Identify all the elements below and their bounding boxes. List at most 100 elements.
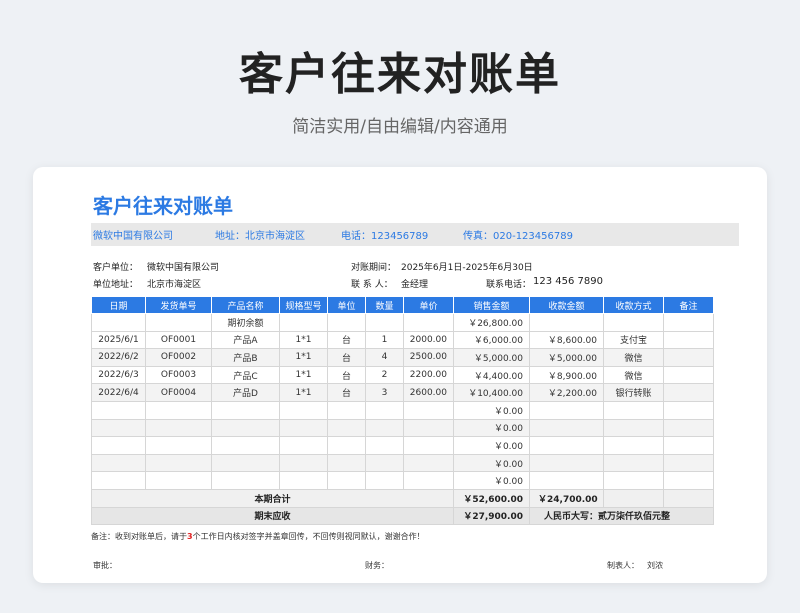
table-cell: ￥8,900.00 (529, 365, 604, 385)
contact-phone-value: 123 456 7890 (533, 276, 603, 287)
table-cell (603, 471, 664, 490)
table-cell (327, 418, 366, 438)
table-cell (603, 436, 664, 455)
total-label: 本期合计 (91, 488, 454, 508)
table-cell (145, 453, 212, 473)
statement-meta: 客户单位： 微软中国有限公司 对账期间： 2025年6月1日-2025年6月30… (91, 246, 739, 296)
table-row: 2022/6/2 OF0002 产品B 1*1 台 4 2500.00 ￥5,000.00 ￥5… (91, 348, 714, 367)
table-cell (365, 436, 404, 455)
table-cell (403, 453, 454, 473)
table-cell (145, 418, 212, 438)
table-cell (403, 400, 454, 420)
table-cell (279, 471, 328, 490)
table-cell: 台 (327, 330, 366, 350)
table-cell: 2022/6/4 (91, 383, 146, 402)
table-cell (211, 418, 280, 438)
document-card: 客户往来对账单 微软中国有限公司 地址：北京市海淀区 电话：123456789 … (33, 167, 767, 583)
table-cell: 2022/6/3 (91, 365, 146, 385)
signature-row: 审批： 财务： 制表人： 刘浓 (91, 556, 739, 576)
table-cell (603, 418, 664, 438)
column-header: 日期 (91, 296, 146, 314)
table-row: ￥0.00 (91, 471, 714, 490)
finance-label: 财务： (365, 561, 389, 571)
table-cell (663, 365, 714, 385)
customer-value: 微软中国有限公司 (147, 263, 220, 273)
table-cell: ￥0.00 (453, 471, 530, 490)
column-header: 数量 (365, 296, 404, 314)
total-sales: ￥52,600.00 (453, 488, 530, 508)
table-cell (91, 453, 146, 473)
table-cell: 2500.00 (403, 348, 454, 367)
table-cell: 2025/6/1 (91, 330, 146, 350)
table-cell (327, 436, 366, 455)
table-cell: 4 (365, 348, 404, 367)
table-cell (211, 453, 280, 473)
maker-label: 制表人： (607, 561, 639, 571)
table-cell: 台 (327, 383, 366, 402)
table-cell: ￥0.00 (453, 453, 530, 473)
table-cell (603, 453, 664, 473)
table-body: 期初余额 ￥26,800.00 2025/6/1 OF0001 产品A 1*1 台 1 20… (91, 313, 714, 490)
table-cell (211, 400, 280, 420)
company-name: 微软中国有限公司 (93, 231, 173, 242)
maker-name: 刘浓 (647, 561, 663, 571)
table-row: 2022/6/3 OF0003 产品C 1*1 台 2 2200.00 ￥4,400.00 ￥8… (91, 365, 714, 385)
unit-address-label: 单位地址： (93, 280, 139, 290)
table-cell: 产品D (211, 383, 280, 402)
customer-label: 客户单位： (93, 263, 139, 273)
table-cell (529, 418, 604, 438)
table-cell: OF0002 (145, 348, 212, 367)
table-cell: 产品B (211, 348, 280, 367)
table-cell (663, 436, 714, 455)
remark-note: 备注：收到对账单后，请于3个工作日内核对签字并盖章回传，不回传则视同默认，谢谢合… (91, 531, 739, 542)
table-cell: 台 (327, 365, 366, 385)
table-cell (279, 418, 328, 438)
table-cell (663, 400, 714, 420)
address-label: 地址： (215, 231, 245, 242)
table-cell (529, 400, 604, 420)
table-cell (327, 453, 366, 473)
table-cell (279, 436, 328, 455)
table-row: 2022/6/4 OF0004 产品D 1*1 台 3 2600.00 ￥10,400.00 ￥… (91, 383, 714, 402)
table-cell (529, 436, 604, 455)
rmb-amount: 人民币大写：贰万柒仟玖佰元整 (529, 506, 714, 526)
column-header: 发货单号 (145, 296, 212, 314)
column-header: 单位 (327, 296, 366, 314)
table-cell: 1*1 (279, 348, 328, 367)
table-cell: 微信 (603, 348, 664, 367)
table-cell (365, 453, 404, 473)
table-cell: 微信 (603, 365, 664, 385)
statement-table: 日期 发货单号 产品名称 规格型号 单位 数量 单价 销售金额 收款金额 收款方式 备注 期初余额 … (91, 296, 714, 526)
address-value: 北京市海淀区 (245, 231, 305, 242)
table-row: ￥0.00 (91, 418, 714, 438)
period-value: 2025年6月1日-2025年6月30日 (401, 263, 533, 273)
column-header: 备注 (663, 296, 714, 314)
total-row: 本期合计 ￥52,600.00 ￥24,700.00 (91, 488, 714, 508)
table-cell (663, 453, 714, 473)
table-header-row: 日期 发货单号 产品名称 规格型号 单位 数量 单价 销售金额 收款金额 收款方式 备注 (91, 296, 714, 314)
period-label: 对账期间： (351, 263, 397, 273)
table-cell (91, 436, 146, 455)
table-cell: 银行转账 (603, 383, 664, 402)
rmb-label: 人民币大写： (544, 512, 599, 523)
due-label: 期末应收 (91, 506, 454, 526)
due-amount: ￥27,900.00 (453, 506, 530, 526)
table-cell (279, 453, 328, 473)
column-header: 销售金额 (453, 296, 530, 314)
table-cell: 2000.00 (403, 330, 454, 350)
table-cell: 支付宝 (603, 330, 664, 350)
table-cell (365, 400, 404, 420)
table-cell: ￥8,600.00 (529, 330, 604, 350)
table-cell: 2 (365, 365, 404, 385)
phone-label: 电话： (341, 231, 371, 242)
table-cell (365, 471, 404, 490)
table-cell: 2022/6/2 (91, 348, 146, 367)
table-cell: 3 (365, 383, 404, 402)
column-header: 单价 (403, 296, 454, 314)
table-cell (403, 471, 454, 490)
table-cell: ￥5,000.00 (453, 348, 530, 367)
column-header: 规格型号 (279, 296, 328, 314)
table-cell (603, 400, 664, 420)
closing-receivable-row: 期末应收 ￥27,900.00 人民币大写：贰万柒仟玖佰元整 (91, 506, 714, 526)
opening-balance-row: 期初余额 ￥26,800.00 (91, 313, 714, 332)
